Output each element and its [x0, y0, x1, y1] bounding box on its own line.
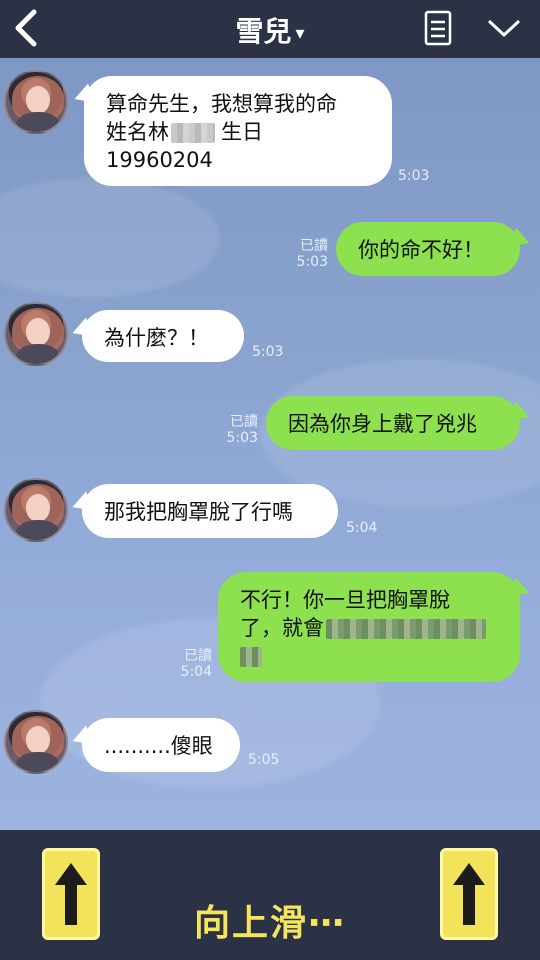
message-line: 19960204 — [106, 148, 213, 172]
up-arrow-icon — [453, 863, 485, 925]
message-list[interactable]: 算命先生，我想算我的命 姓名林 生日 19960204 5:03 已讀 5:03 你… — [0, 58, 540, 830]
message-time: 5:03 — [398, 168, 430, 184]
message-line: 不行！你一旦把胸罩脫 — [240, 588, 450, 612]
avatar[interactable] — [4, 478, 68, 542]
chevron-down-icon — [487, 19, 521, 37]
avatar[interactable] — [4, 710, 68, 774]
censored-text — [326, 619, 486, 639]
incoming-message[interactable]: 為什麼？！ — [82, 310, 244, 362]
scroll-up-button-right[interactable] — [440, 848, 498, 940]
read-receipt: 已讀 5:04 — [180, 648, 212, 680]
contact-name: 雪兒 — [235, 15, 292, 48]
message-text: ..........傻眼 — [104, 734, 213, 758]
message-line: 姓名林 生日 — [106, 120, 263, 144]
outgoing-message[interactable]: 你的命不好！ — [336, 222, 520, 276]
notes-button[interactable] — [420, 8, 456, 48]
message-line — [240, 642, 498, 670]
message-time: 5:03 — [252, 344, 284, 360]
message-text: 因為你身上戴了兇兆 — [288, 412, 477, 436]
chat-title[interactable]: 雪兒 ▾ — [0, 10, 540, 50]
chat-screen: 雪兒 ▾ 算命先生，我想算我的命 姓名林 生日 19960204 5:03 已讀… — [0, 0, 540, 960]
message-text: 那我把胸罩脫了行嗎 — [104, 500, 293, 524]
censored-text — [171, 123, 215, 143]
avatar[interactable] — [4, 70, 68, 134]
menu-expand-button[interactable] — [484, 10, 524, 46]
incoming-message[interactable]: 那我把胸罩脫了行嗎 — [82, 484, 338, 538]
read-receipt: 已讀 5:03 — [296, 238, 328, 270]
title-caret-icon: ▾ — [295, 22, 305, 44]
outgoing-message[interactable]: 因為你身上戴了兇兆 — [266, 396, 520, 450]
incoming-message[interactable]: ..........傻眼 — [82, 718, 240, 772]
message-text: 你的命不好！ — [358, 238, 484, 262]
outgoing-message[interactable]: 不行！你一旦把胸罩脫 了，就會 — [218, 572, 520, 682]
message-time: 5:05 — [248, 752, 280, 768]
avatar[interactable] — [4, 302, 68, 366]
read-receipt: 已讀 5:03 — [226, 414, 258, 446]
message-line: 了，就會 — [240, 614, 498, 642]
message-text: 為什麼？！ — [104, 326, 209, 350]
note-icon — [424, 10, 452, 46]
incoming-message[interactable]: 算命先生，我想算我的命 姓名林 生日 19960204 — [84, 76, 392, 186]
censored-text — [240, 647, 262, 667]
message-time: 5:04 — [346, 520, 378, 536]
chat-header: 雪兒 ▾ — [0, 0, 540, 58]
bottom-bar: 向上滑⋯ — [0, 830, 540, 960]
message-line: 算命先生，我想算我的命 — [106, 92, 337, 116]
